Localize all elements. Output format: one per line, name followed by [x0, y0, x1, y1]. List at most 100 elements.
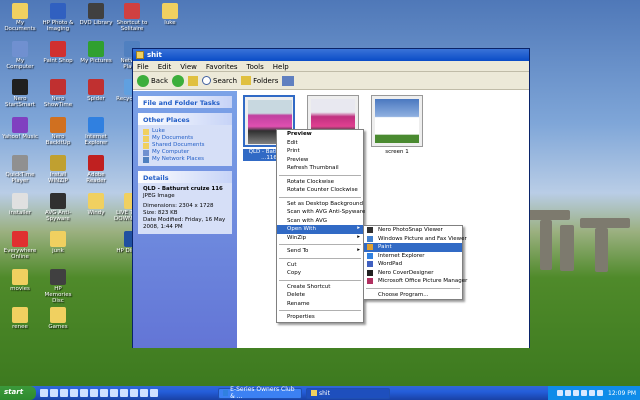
other-places-item[interactable]: Shared Documents	[143, 142, 227, 149]
menu-edit[interactable]: Edit	[158, 63, 172, 71]
app-icon	[12, 41, 28, 57]
context-menu-item[interactable]: Edit	[277, 139, 363, 148]
desktop-icon[interactable]: Spider	[78, 79, 114, 102]
desktop-icon[interactable]: My Computer	[2, 41, 38, 70]
quick-launch-icon[interactable]	[140, 389, 148, 397]
context-menu-item[interactable]: Refresh Thumbnail	[277, 164, 363, 173]
quick-launch-icon[interactable]	[80, 389, 88, 397]
open-with-item[interactable]: Paint	[364, 243, 462, 252]
other-places-item[interactable]: My Network Places	[143, 156, 227, 163]
context-menu-item[interactable]: Rotate Clockwise	[277, 178, 363, 187]
desktop-icon[interactable]: Nero ShowTime	[40, 79, 76, 108]
context-menu-item[interactable]: Create Shortcut	[277, 283, 363, 292]
panel-title[interactable]: Details	[138, 171, 232, 183]
tray-icon[interactable]	[573, 390, 579, 396]
desktop-icon[interactable]: Yahoo! Music	[2, 117, 38, 140]
desktop-icon[interactable]: Shortcut to Solitaire	[114, 3, 150, 32]
desktop-icon[interactable]: renee	[2, 307, 38, 330]
desktop-icon-label: Paint Shop	[43, 58, 73, 64]
quick-launch-icon[interactable]	[40, 389, 48, 397]
quick-launch-icon[interactable]	[90, 389, 98, 397]
desktop-icon[interactable]: luke	[152, 3, 188, 26]
quick-launch-icon[interactable]	[50, 389, 58, 397]
task-button-eseries[interactable]: E-Series Owners Club & ...	[218, 386, 302, 400]
other-places-item[interactable]: Luke	[143, 128, 227, 135]
quick-launch-icon[interactable]	[130, 389, 138, 397]
desktop-icon[interactable]: Install WINZIP	[40, 155, 76, 184]
context-menu-item[interactable]: Scan with AVG Anti-Spyware	[277, 208, 365, 217]
back-button[interactable]: Back	[137, 74, 168, 87]
quick-launch-icon[interactable]	[70, 389, 78, 397]
desktop-icon[interactable]: Nero StartSmart	[2, 79, 38, 108]
open-with-item[interactable]: Choose Program...	[364, 291, 462, 300]
search-button[interactable]: Search	[202, 76, 237, 85]
menu-favorites[interactable]: Favorites	[206, 63, 238, 71]
context-menu-item[interactable]: Set as Desktop Background	[277, 200, 363, 209]
context-menu-item[interactable]: WinZip ▸	[277, 234, 363, 243]
context-menu-item[interactable]: Delete	[277, 291, 363, 300]
panel-title[interactable]: Other Places	[138, 113, 232, 125]
context-menu-item[interactable]: Cut	[277, 261, 363, 270]
tray-icon[interactable]	[589, 390, 595, 396]
tray-icon[interactable]	[581, 390, 587, 396]
desktop-icon[interactable]: Paint Shop	[40, 41, 76, 64]
desktop-icon[interactable]: Internet Explorer	[78, 117, 114, 146]
menu-tools[interactable]: Tools	[247, 63, 264, 71]
forward-button[interactable]	[172, 74, 184, 87]
open-with-item[interactable]: Nero PhotoSnap Viewer	[364, 226, 462, 235]
other-places-item[interactable]: My Computer	[143, 149, 227, 156]
context-menu-item[interactable]: Rotate Counter Clockwise	[277, 186, 363, 195]
context-menu-item[interactable]: Properties	[277, 313, 363, 322]
tray-icon[interactable]	[565, 390, 571, 396]
panel-title[interactable]: File and Folder Tasks	[138, 96, 232, 108]
context-menu-item[interactable]: Preview	[277, 156, 363, 165]
menu-view[interactable]: View	[180, 63, 197, 71]
desktop-icon[interactable]: Windy	[78, 193, 114, 216]
context-menu-item[interactable]: Preview	[277, 130, 363, 139]
open-with-item[interactable]: Internet Explorer	[364, 252, 462, 261]
desktop-icon[interactable]: My Pictures	[78, 41, 114, 64]
quick-launch-icon[interactable]	[150, 389, 158, 397]
desktop-icon[interactable]: Nero BackItUp	[40, 117, 76, 146]
context-menu-item[interactable]: Print	[277, 147, 363, 156]
quick-launch-icon[interactable]	[110, 389, 118, 397]
desktop-icon[interactable]: movies	[2, 269, 38, 292]
desktop-icon[interactable]: Everywhere Online	[2, 231, 38, 260]
desktop-icon[interactable]: junk	[40, 231, 76, 254]
desktop-icon[interactable]: installer	[2, 193, 38, 216]
clock[interactable]: 12:09 PM	[608, 390, 636, 397]
tray-icon[interactable]	[557, 390, 563, 396]
desktop-icon[interactable]: QuickTime Player	[2, 155, 38, 184]
context-menu-item[interactable]: Rename	[277, 300, 363, 309]
context-menu-item[interactable]: Send To ▸	[277, 247, 363, 256]
title-bar[interactable]: shit	[133, 49, 529, 61]
folders-button[interactable]: Folders	[241, 76, 278, 85]
desktop-icon[interactable]: DVD Library	[78, 3, 114, 26]
open-with-item[interactable]: Microsoft Office Picture Manager	[364, 277, 467, 286]
task-button-explorer[interactable]: shit	[306, 387, 390, 399]
thumbnail-screen-1[interactable]	[371, 95, 423, 147]
desktop-icon[interactable]: HP Photo & Imaging	[40, 3, 76, 32]
tray-icon[interactable]	[597, 390, 603, 396]
open-with-item[interactable]: Nero CoverDesigner	[364, 269, 462, 278]
desktop-icon[interactable]: Games	[40, 307, 76, 330]
context-menu-item[interactable]: Scan with AVG	[277, 217, 363, 226]
desktop-icon[interactable]: AVG Anti-Spyware	[40, 193, 76, 222]
thumb-label[interactable]: screen 1	[371, 149, 423, 155]
desktop-icon[interactable]: Adobe Reader	[78, 155, 114, 184]
quick-launch-icon[interactable]	[120, 389, 128, 397]
desktop-icon[interactable]: My Documents	[2, 3, 38, 32]
quick-launch-icon[interactable]	[100, 389, 108, 397]
open-with-item[interactable]: Windows Picture and Fax Viewer	[364, 235, 467, 244]
quick-launch-icon[interactable]	[60, 389, 68, 397]
up-folder-icon[interactable]	[188, 75, 198, 86]
context-menu-item[interactable]: Copy	[277, 269, 363, 278]
context-menu-item[interactable]: Open With ▸	[277, 225, 363, 234]
other-places-item[interactable]: My Documents	[143, 135, 227, 142]
menu-help[interactable]: Help	[273, 63, 289, 71]
menu-file[interactable]: File	[137, 63, 149, 71]
start-button[interactable]: start	[0, 386, 36, 400]
desktop-icon[interactable]: HP Memories Disc	[40, 269, 76, 304]
open-with-item[interactable]: WordPad	[364, 260, 462, 269]
views-icon[interactable]	[282, 75, 295, 86]
